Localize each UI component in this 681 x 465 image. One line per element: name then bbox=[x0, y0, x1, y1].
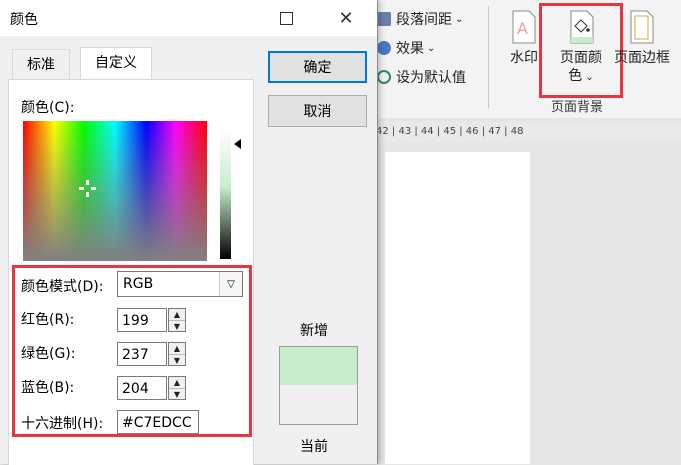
page-border-icon bbox=[630, 10, 654, 44]
check-circle-icon bbox=[377, 70, 391, 84]
crosshair-icon bbox=[79, 180, 96, 197]
close-button[interactable]: ✕ bbox=[323, 0, 369, 36]
title-bar: 颜色 ✕ bbox=[0, 0, 377, 36]
new-label: 新增 bbox=[300, 323, 328, 339]
watermark-icon: A bbox=[512, 10, 536, 44]
paragraph-spacing-icon bbox=[377, 12, 391, 26]
ruler: 42 | 43 | 44 | 45 | 46 | 47 | 48 bbox=[376, 122, 681, 142]
tab-standard[interactable]: 标准 bbox=[12, 49, 70, 80]
dialog-title: 颜色 bbox=[10, 12, 38, 28]
slider-arrow-icon[interactable] bbox=[234, 139, 241, 149]
ok-button[interactable]: 确定 bbox=[268, 51, 367, 83]
ribbon-separator bbox=[488, 6, 489, 108]
maximize-icon bbox=[279, 11, 293, 25]
color-label: 颜色(C): bbox=[21, 100, 75, 116]
group-label: 页面背景 bbox=[551, 100, 604, 115]
effects-icon bbox=[377, 41, 391, 55]
document-page[interactable] bbox=[385, 152, 530, 464]
color-dialog: 颜色 ✕ 标准 自定义 颜色(C): 颜色模式(D): RGB ▽ 红色(R):… bbox=[0, 0, 378, 465]
rgb-fields-highlight bbox=[12, 265, 252, 437]
cancel-button[interactable]: 取消 bbox=[268, 95, 367, 127]
maximize-button[interactable] bbox=[263, 0, 309, 36]
set-default-button[interactable]: 设为默认值 bbox=[377, 67, 466, 87]
tab-custom[interactable]: 自定义 bbox=[80, 47, 152, 81]
svg-text:A: A bbox=[517, 19, 528, 38]
color-preview bbox=[279, 346, 358, 425]
chevron-down-icon: ⌄ bbox=[455, 13, 464, 25]
luminance-slider[interactable] bbox=[220, 128, 231, 259]
new-color-swatch bbox=[280, 347, 357, 385]
effects-button[interactable]: 效果 ⌄ bbox=[377, 38, 435, 58]
current-color-swatch bbox=[280, 385, 357, 424]
close-icon: ✕ bbox=[338, 7, 354, 29]
current-label: 当前 bbox=[300, 439, 328, 455]
paragraph-spacing-button[interactable]: 段落间距 ⌄ bbox=[377, 9, 463, 29]
color-spectrum[interactable] bbox=[23, 121, 207, 261]
chevron-down-icon: ⌄ bbox=[427, 42, 436, 54]
page-border-button[interactable]: 页面边框 bbox=[603, 10, 681, 67]
